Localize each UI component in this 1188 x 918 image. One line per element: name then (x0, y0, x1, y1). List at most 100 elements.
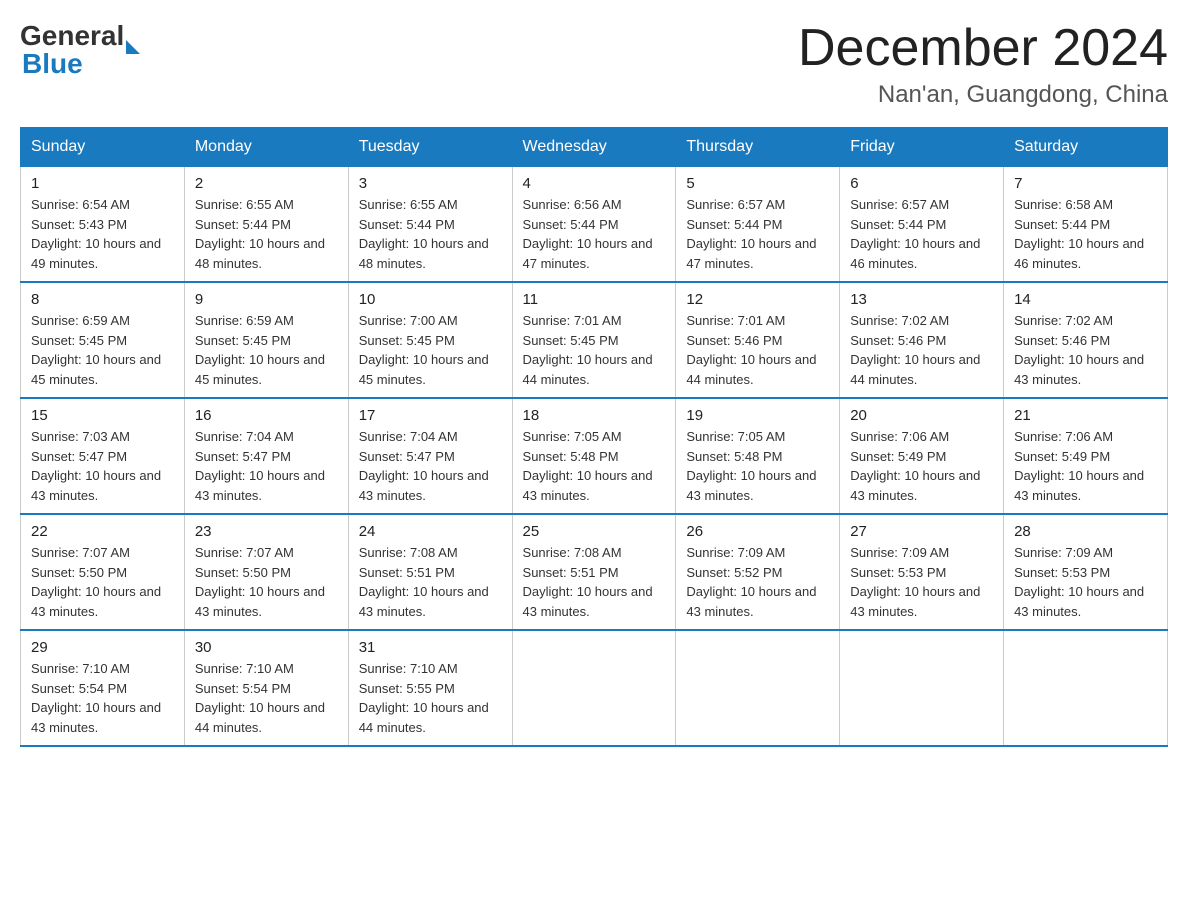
day-info: Sunrise: 7:07 AMSunset: 5:50 PMDaylight:… (31, 545, 161, 619)
calendar-cell: 13 Sunrise: 7:02 AMSunset: 5:46 PMDaylig… (840, 282, 1004, 398)
day-info: Sunrise: 7:04 AMSunset: 5:47 PMDaylight:… (359, 429, 489, 503)
calendar-cell: 28 Sunrise: 7:09 AMSunset: 5:53 PMDaylig… (1004, 514, 1168, 630)
day-number: 16 (195, 407, 338, 424)
calendar-cell: 14 Sunrise: 7:02 AMSunset: 5:46 PMDaylig… (1004, 282, 1168, 398)
header-tuesday: Tuesday (348, 128, 512, 167)
day-info: Sunrise: 7:06 AMSunset: 5:49 PMDaylight:… (1014, 429, 1144, 503)
day-number: 27 (850, 523, 993, 540)
calendar-cell (512, 630, 676, 746)
calendar-cell (676, 630, 840, 746)
day-info: Sunrise: 7:05 AMSunset: 5:48 PMDaylight:… (523, 429, 653, 503)
calendar-cell: 8 Sunrise: 6:59 AMSunset: 5:45 PMDayligh… (21, 282, 185, 398)
calendar-cell: 30 Sunrise: 7:10 AMSunset: 5:54 PMDaylig… (184, 630, 348, 746)
day-number: 3 (359, 175, 502, 192)
day-number: 14 (1014, 291, 1157, 308)
day-number: 31 (359, 639, 502, 656)
day-number: 26 (686, 523, 829, 540)
day-info: Sunrise: 6:57 AMSunset: 5:44 PMDaylight:… (686, 197, 816, 271)
calendar-cell: 17 Sunrise: 7:04 AMSunset: 5:47 PMDaylig… (348, 398, 512, 514)
calendar-cell: 3 Sunrise: 6:55 AMSunset: 5:44 PMDayligh… (348, 167, 512, 283)
calendar-cell: 12 Sunrise: 7:01 AMSunset: 5:46 PMDaylig… (676, 282, 840, 398)
header-monday: Monday (184, 128, 348, 167)
day-info: Sunrise: 6:57 AMSunset: 5:44 PMDaylight:… (850, 197, 980, 271)
day-info: Sunrise: 6:55 AMSunset: 5:44 PMDaylight:… (195, 197, 325, 271)
calendar-cell: 7 Sunrise: 6:58 AMSunset: 5:44 PMDayligh… (1004, 167, 1168, 283)
page-header: General Blue December 2024 Nan'an, Guang… (20, 20, 1168, 109)
calendar-cell: 16 Sunrise: 7:04 AMSunset: 5:47 PMDaylig… (184, 398, 348, 514)
calendar-cell: 31 Sunrise: 7:10 AMSunset: 5:55 PMDaylig… (348, 630, 512, 746)
calendar-cell: 21 Sunrise: 7:06 AMSunset: 5:49 PMDaylig… (1004, 398, 1168, 514)
day-info: Sunrise: 7:09 AMSunset: 5:53 PMDaylight:… (850, 545, 980, 619)
day-info: Sunrise: 6:59 AMSunset: 5:45 PMDaylight:… (195, 313, 325, 387)
day-info: Sunrise: 6:55 AMSunset: 5:44 PMDaylight:… (359, 197, 489, 271)
day-info: Sunrise: 7:02 AMSunset: 5:46 PMDaylight:… (850, 313, 980, 387)
day-number: 13 (850, 291, 993, 308)
day-number: 19 (686, 407, 829, 424)
day-info: Sunrise: 7:07 AMSunset: 5:50 PMDaylight:… (195, 545, 325, 619)
calendar-week-1: 1 Sunrise: 6:54 AMSunset: 5:43 PMDayligh… (21, 167, 1168, 283)
day-info: Sunrise: 7:06 AMSunset: 5:49 PMDaylight:… (850, 429, 980, 503)
header-saturday: Saturday (1004, 128, 1168, 167)
day-number: 6 (850, 175, 993, 192)
month-title: December 2024 (798, 20, 1168, 77)
calendar-cell (1004, 630, 1168, 746)
calendar-cell: 4 Sunrise: 6:56 AMSunset: 5:44 PMDayligh… (512, 167, 676, 283)
calendar-cell: 19 Sunrise: 7:05 AMSunset: 5:48 PMDaylig… (676, 398, 840, 514)
location-title: Nan'an, Guangdong, China (798, 81, 1168, 109)
header-sunday: Sunday (21, 128, 185, 167)
calendar-cell: 25 Sunrise: 7:08 AMSunset: 5:51 PMDaylig… (512, 514, 676, 630)
day-info: Sunrise: 6:59 AMSunset: 5:45 PMDaylight:… (31, 313, 161, 387)
calendar-cell: 15 Sunrise: 7:03 AMSunset: 5:47 PMDaylig… (21, 398, 185, 514)
calendar-week-2: 8 Sunrise: 6:59 AMSunset: 5:45 PMDayligh… (21, 282, 1168, 398)
day-info: Sunrise: 7:09 AMSunset: 5:53 PMDaylight:… (1014, 545, 1144, 619)
calendar-week-3: 15 Sunrise: 7:03 AMSunset: 5:47 PMDaylig… (21, 398, 1168, 514)
calendar-cell: 20 Sunrise: 7:06 AMSunset: 5:49 PMDaylig… (840, 398, 1004, 514)
day-number: 2 (195, 175, 338, 192)
calendar-cell: 1 Sunrise: 6:54 AMSunset: 5:43 PMDayligh… (21, 167, 185, 283)
day-number: 30 (195, 639, 338, 656)
day-info: Sunrise: 7:00 AMSunset: 5:45 PMDaylight:… (359, 313, 489, 387)
calendar-cell: 9 Sunrise: 6:59 AMSunset: 5:45 PMDayligh… (184, 282, 348, 398)
day-number: 7 (1014, 175, 1157, 192)
calendar-cell: 5 Sunrise: 6:57 AMSunset: 5:44 PMDayligh… (676, 167, 840, 283)
calendar-week-5: 29 Sunrise: 7:10 AMSunset: 5:54 PMDaylig… (21, 630, 1168, 746)
calendar-cell: 10 Sunrise: 7:00 AMSunset: 5:45 PMDaylig… (348, 282, 512, 398)
day-number: 20 (850, 407, 993, 424)
day-number: 25 (523, 523, 666, 540)
day-info: Sunrise: 7:09 AMSunset: 5:52 PMDaylight:… (686, 545, 816, 619)
day-number: 5 (686, 175, 829, 192)
day-info: Sunrise: 7:10 AMSunset: 5:54 PMDaylight:… (195, 661, 325, 735)
logo: General Blue (20, 20, 140, 80)
calendar-cell: 29 Sunrise: 7:10 AMSunset: 5:54 PMDaylig… (21, 630, 185, 746)
calendar-cell (840, 630, 1004, 746)
day-number: 24 (359, 523, 502, 540)
day-number: 28 (1014, 523, 1157, 540)
day-info: Sunrise: 7:08 AMSunset: 5:51 PMDaylight:… (523, 545, 653, 619)
day-number: 10 (359, 291, 502, 308)
day-info: Sunrise: 6:54 AMSunset: 5:43 PMDaylight:… (31, 197, 161, 271)
calendar-cell: 6 Sunrise: 6:57 AMSunset: 5:44 PMDayligh… (840, 167, 1004, 283)
day-info: Sunrise: 7:10 AMSunset: 5:55 PMDaylight:… (359, 661, 489, 735)
day-number: 12 (686, 291, 829, 308)
day-number: 22 (31, 523, 174, 540)
calendar-header-row: SundayMondayTuesdayWednesdayThursdayFrid… (21, 128, 1168, 167)
day-info: Sunrise: 7:01 AMSunset: 5:46 PMDaylight:… (686, 313, 816, 387)
day-info: Sunrise: 7:03 AMSunset: 5:47 PMDaylight:… (31, 429, 161, 503)
day-info: Sunrise: 7:10 AMSunset: 5:54 PMDaylight:… (31, 661, 161, 735)
day-number: 8 (31, 291, 174, 308)
calendar-week-4: 22 Sunrise: 7:07 AMSunset: 5:50 PMDaylig… (21, 514, 1168, 630)
day-info: Sunrise: 6:56 AMSunset: 5:44 PMDaylight:… (523, 197, 653, 271)
day-info: Sunrise: 6:58 AMSunset: 5:44 PMDaylight:… (1014, 197, 1144, 271)
calendar-cell: 23 Sunrise: 7:07 AMSunset: 5:50 PMDaylig… (184, 514, 348, 630)
calendar-cell: 2 Sunrise: 6:55 AMSunset: 5:44 PMDayligh… (184, 167, 348, 283)
day-info: Sunrise: 7:05 AMSunset: 5:48 PMDaylight:… (686, 429, 816, 503)
day-number: 15 (31, 407, 174, 424)
day-number: 21 (1014, 407, 1157, 424)
day-number: 9 (195, 291, 338, 308)
day-info: Sunrise: 7:01 AMSunset: 5:45 PMDaylight:… (523, 313, 653, 387)
day-number: 29 (31, 639, 174, 656)
day-number: 23 (195, 523, 338, 540)
calendar-cell: 18 Sunrise: 7:05 AMSunset: 5:48 PMDaylig… (512, 398, 676, 514)
header-friday: Friday (840, 128, 1004, 167)
logo-text-blue: Blue (22, 48, 140, 80)
